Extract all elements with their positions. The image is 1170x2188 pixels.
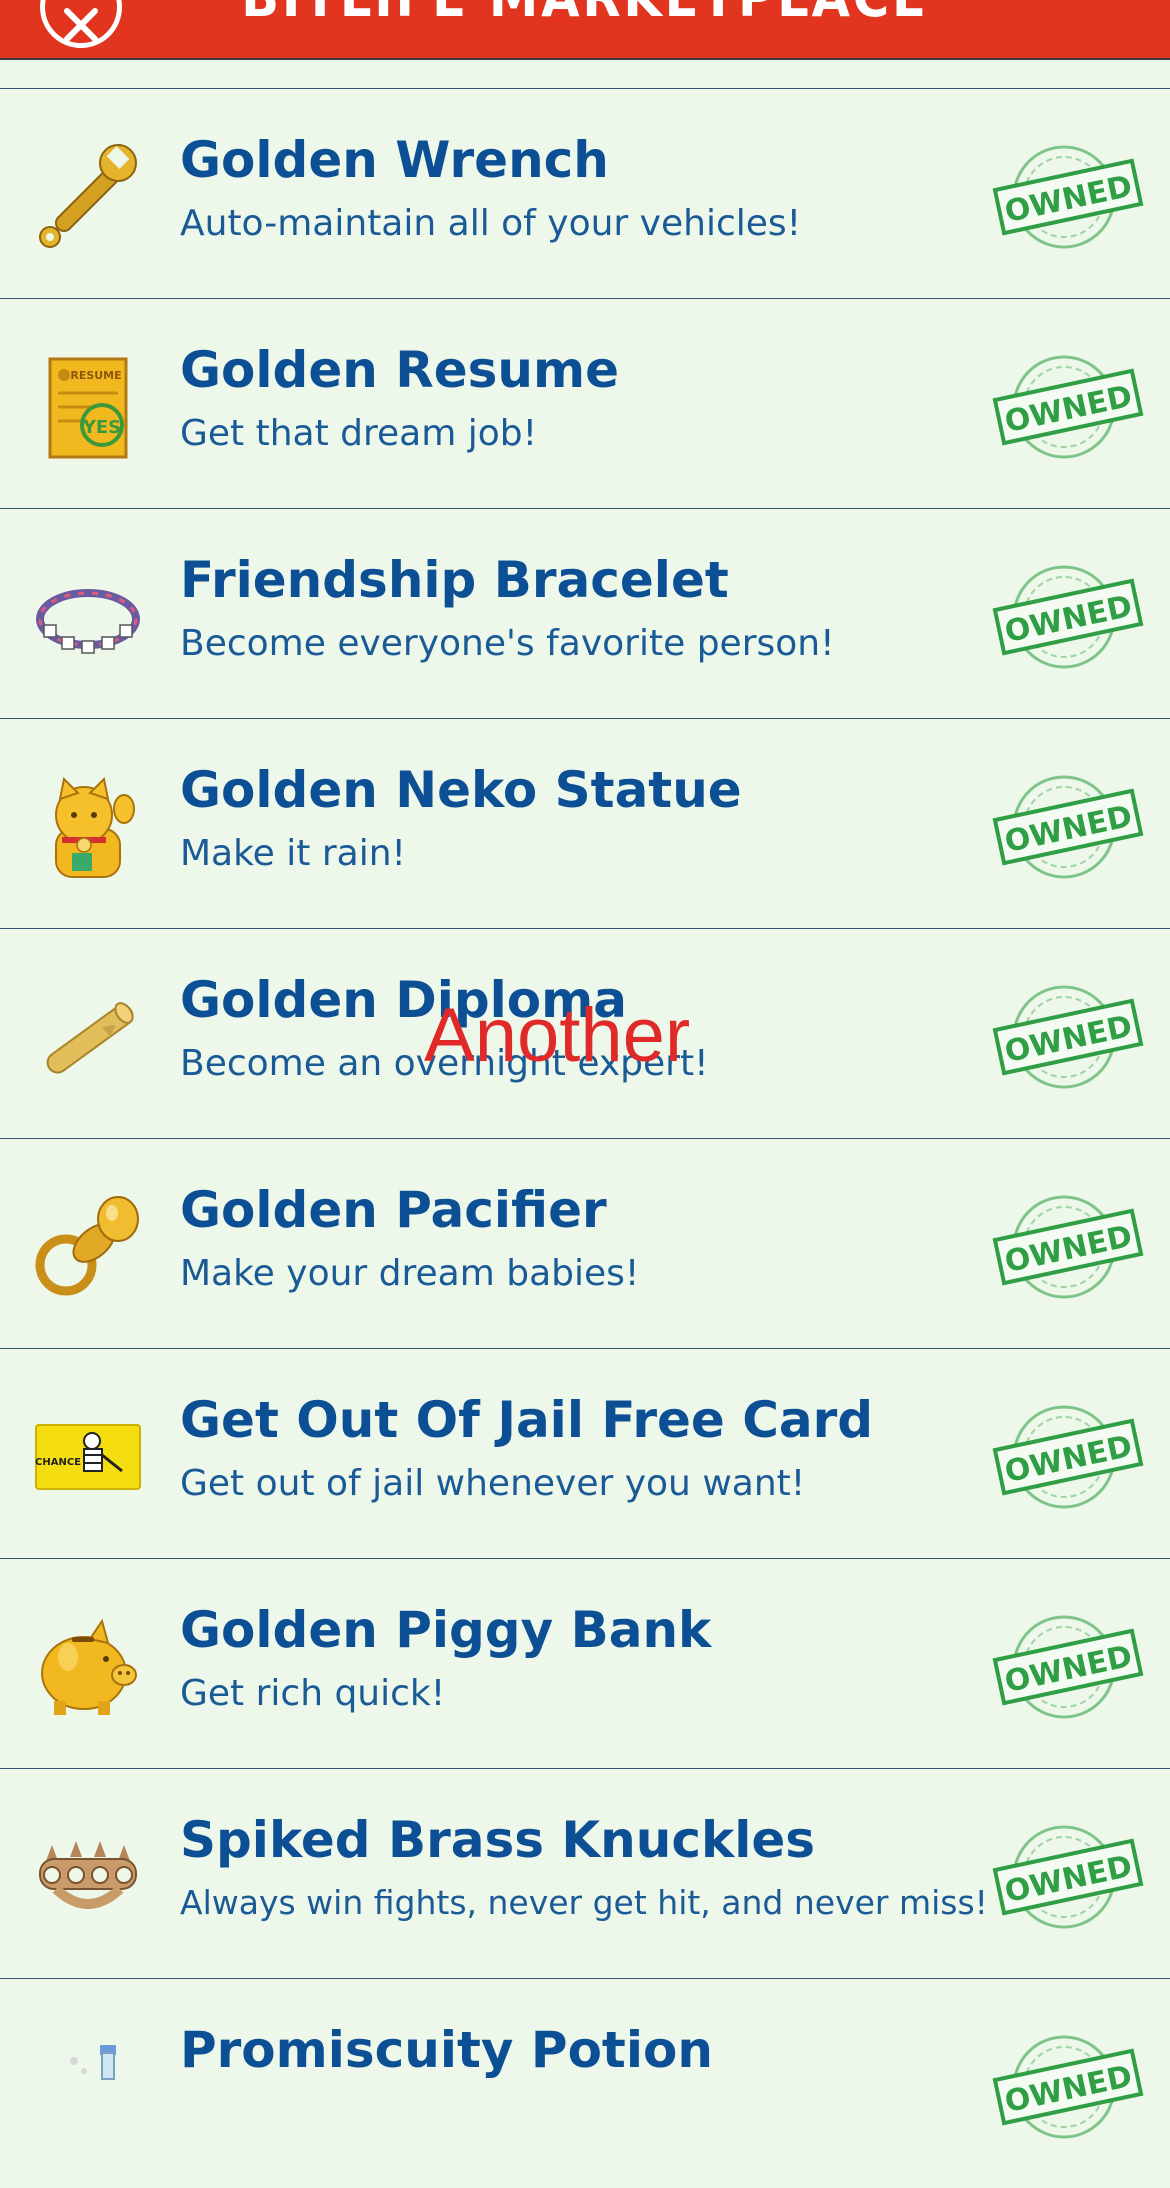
svg-text:RESUME: RESUME (70, 369, 121, 382)
list-item[interactable]: Golden Pacifier Make your dream babies! … (0, 1138, 1170, 1348)
owned-stamp: OWNED (990, 1611, 1150, 1723)
item-title: Golden Resume (180, 341, 620, 399)
neko-cat-icon (32, 771, 144, 883)
marketplace-header: BITLIFE MARKETPLACE (0, 0, 1170, 60)
overlay-text: Another (424, 993, 691, 1078)
diploma-icon (32, 981, 144, 1093)
item-title: Golden Pacifier (180, 1181, 607, 1239)
item-title: Golden Piggy Bank (180, 1601, 712, 1659)
item-title: Golden Neko Statue (180, 761, 742, 819)
item-title: Golden Wrench (180, 131, 609, 189)
item-description: Make it rain! (180, 833, 406, 874)
list-item[interactable]: Promiscuity Potion OWNED (0, 1978, 1170, 2188)
svg-text:YES: YES (82, 417, 121, 438)
owned-stamp: OWNED (990, 561, 1150, 673)
item-description: Become everyone's favorite person! (180, 623, 835, 664)
owned-stamp: OWNED (990, 771, 1150, 883)
owned-stamp: OWNED (990, 1401, 1150, 1513)
owned-stamp: OWNED (990, 1191, 1150, 1303)
owned-stamp: OWNED (990, 141, 1150, 253)
item-title: Friendship Bracelet (180, 551, 729, 609)
list-item[interactable]: Friendship Bracelet Become everyone's fa… (0, 508, 1170, 718)
jail-card-icon: CHANCE (32, 1401, 144, 1513)
svg-text:CHANCE: CHANCE (35, 1457, 81, 1468)
owned-stamp: OWNED (990, 2031, 1150, 2143)
pacifier-icon (32, 1191, 144, 1303)
list-item[interactable]: Golden Piggy Bank Get rich quick! OWNED (0, 1558, 1170, 1768)
item-description: Get out of jail whenever you want! (180, 1463, 806, 1504)
wrench-icon (32, 141, 144, 253)
bracelet-icon (32, 561, 144, 673)
list-item[interactable]: Golden Wrench Auto-maintain all of your … (0, 88, 1170, 298)
list-item[interactable]: Spiked Brass Knuckles Always win fights,… (0, 1768, 1170, 1978)
item-description: Make your dream babies! (180, 1253, 640, 1294)
owned-stamp: OWNED (990, 351, 1150, 463)
list-item[interactable]: Golden Neko Statue Make it rain! OWNED (0, 718, 1170, 928)
owned-stamp: OWNED (990, 1821, 1150, 1933)
owned-stamp: OWNED (990, 981, 1150, 1093)
brass-knuckles-icon (32, 1821, 144, 1933)
list-item[interactable]: RESUME YES Golden Resume Get that dream … (0, 298, 1170, 508)
resume-icon: RESUME YES (32, 351, 144, 463)
item-title: Spiked Brass Knuckles (180, 1811, 816, 1869)
item-list: Golden Wrench Auto-maintain all of your … (0, 88, 1170, 2188)
potion-icon (32, 2031, 144, 2143)
item-title: Get Out Of Jail Free Card (180, 1391, 874, 1449)
piggy-bank-icon (32, 1611, 144, 1723)
item-description: Get rich quick! (180, 1673, 446, 1714)
item-description: Always win fights, never get hit, and ne… (180, 1883, 988, 1922)
item-description: Get that dream job! (180, 413, 538, 454)
list-item[interactable]: CHANCE Get Out Of Jail Free Card Get out… (0, 1348, 1170, 1558)
item-title: Promiscuity Potion (180, 2021, 713, 2079)
header-title: BITLIFE MARKETPLACE (47, 0, 1123, 29)
item-description: Auto-maintain all of your vehicles! (180, 203, 802, 244)
